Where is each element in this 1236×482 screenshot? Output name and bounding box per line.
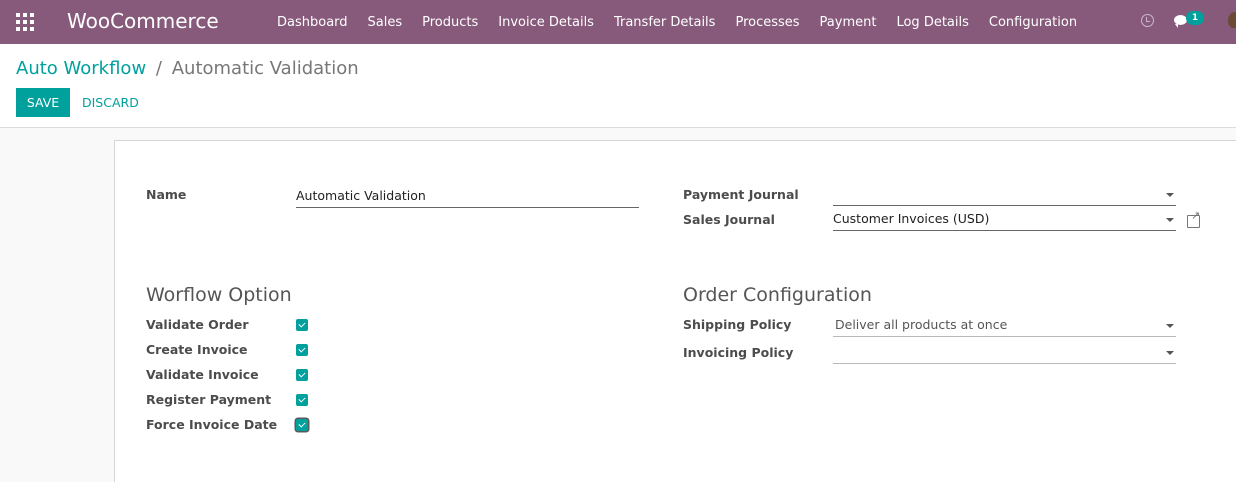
breadcrumb-parent-link[interactable]: Auto Workflow	[16, 58, 146, 79]
breadcrumb: Auto Workflow / Automatic Validation	[16, 58, 359, 79]
menu-item-configuration[interactable]: Configuration	[979, 15, 1087, 30]
create-invoice-label: Create Invoice	[146, 342, 248, 357]
force-invoice-date-label: Force Invoice Date	[146, 417, 278, 432]
validate-invoice-label: Validate Invoice	[146, 367, 259, 382]
workflow-option-title: Worflow Option	[146, 284, 292, 306]
top-navbar: WooCommerce Dashboard Sales Products Inv…	[0, 0, 1236, 44]
activity-clock-icon[interactable]	[1141, 14, 1154, 27]
menu-item-invoice-details[interactable]: Invoice Details	[488, 15, 604, 30]
menu-item-products[interactable]: Products	[412, 15, 488, 30]
shipping-policy-value: Deliver all products at once	[835, 317, 1008, 332]
discard-button[interactable]: DISCARD	[82, 88, 139, 117]
name-label: Name	[146, 187, 187, 202]
sales-journal-select[interactable]: Customer Invoices (USD)	[833, 209, 1176, 231]
menu-item-transfer-details[interactable]: Transfer Details	[604, 15, 725, 30]
create-invoice-checkbox[interactable]	[296, 344, 308, 356]
register-payment-checkbox[interactable]	[296, 394, 308, 406]
caret-down-icon	[1166, 351, 1174, 355]
app-brand[interactable]: WooCommerce	[67, 9, 219, 33]
breadcrumb-current: Automatic Validation	[171, 58, 359, 79]
menu-item-sales[interactable]: Sales	[358, 15, 413, 30]
chat-count-badge: 1	[1186, 11, 1204, 25]
main-menu: Dashboard Sales Products Invoice Details…	[267, 0, 1087, 44]
form-sheet: Name Automatic Validation Payment Journa…	[114, 140, 1236, 482]
apps-menu-icon[interactable]	[16, 13, 34, 31]
shipping-policy-select[interactable]: Deliver all products at once	[833, 315, 1176, 337]
sales-journal-label: Sales Journal	[683, 212, 775, 227]
validate-invoice-checkbox[interactable]	[296, 369, 308, 381]
name-input[interactable]: Automatic Validation	[296, 186, 639, 208]
shipping-policy-label: Shipping Policy	[683, 317, 792, 332]
breadcrumb-separator: /	[155, 58, 162, 79]
order-configuration-title: Order Configuration	[683, 284, 872, 306]
external-link-icon[interactable]	[1187, 209, 1200, 228]
user-avatar[interactable]	[1228, 12, 1236, 28]
caret-down-icon	[1166, 218, 1174, 222]
payment-journal-select[interactable]	[833, 184, 1176, 206]
menu-item-dashboard[interactable]: Dashboard	[267, 15, 358, 30]
save-button[interactable]: SAVE	[16, 88, 70, 117]
payment-journal-label: Payment Journal	[683, 187, 799, 202]
validate-order-checkbox[interactable]	[296, 319, 308, 331]
invoicing-policy-select[interactable]	[833, 342, 1176, 364]
sales-journal-value: Customer Invoices (USD)	[833, 211, 990, 226]
menu-item-processes[interactable]: Processes	[725, 15, 809, 30]
validate-order-label: Validate Order	[146, 317, 249, 332]
caret-down-icon	[1166, 324, 1174, 328]
control-panel: Auto Workflow / Automatic Validation SAV…	[0, 44, 1236, 128]
register-payment-label: Register Payment	[146, 392, 272, 407]
menu-item-payment[interactable]: Payment	[810, 15, 887, 30]
caret-down-icon	[1166, 193, 1174, 197]
invoicing-policy-label: Invoicing Policy	[683, 345, 794, 360]
force-invoice-date-checkbox[interactable]	[296, 419, 308, 431]
menu-item-log-details[interactable]: Log Details	[886, 15, 978, 30]
